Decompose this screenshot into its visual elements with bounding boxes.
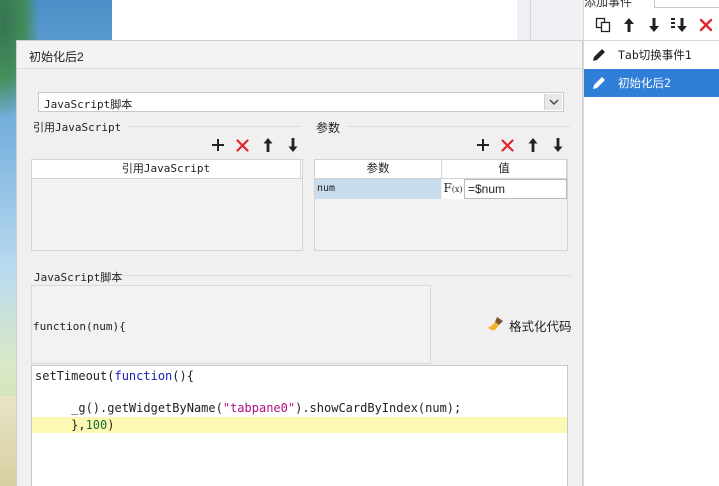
chevron-down-icon[interactable] <box>544 94 562 110</box>
referenced-js-column-header: 引用JavaScript <box>121 162 211 175</box>
script-type-select[interactable]: JavaScript脚本 <box>38 92 564 112</box>
code-token: function <box>114 369 173 383</box>
event-item-after-init[interactable]: 初始化后2 <box>584 69 719 97</box>
copy-icon[interactable] <box>590 12 616 38</box>
code-token: ) <box>107 418 115 432</box>
code-token: "tabpane0" <box>222 401 296 415</box>
arrow-down-icon[interactable] <box>280 134 305 156</box>
grid-header: 引用JavaScript <box>32 160 302 179</box>
edit-pencil-icon <box>590 46 608 64</box>
column-divider <box>566 160 567 178</box>
dialog-title: 初始化后2 <box>29 50 84 64</box>
referenced-js-label: 引用JavaScript <box>33 121 122 134</box>
brush-icon <box>487 316 505 335</box>
add-icon[interactable] <box>470 134 495 156</box>
event-toolbar <box>584 10 719 40</box>
event-panel: 添加事件 Tab切换事件1 初始化后2 <box>583 0 719 486</box>
code-token: 100 <box>85 418 108 432</box>
param-name-column-header: 参数 <box>366 163 390 175</box>
referenced-js-grid[interactable]: 引用JavaScript <box>31 159 303 251</box>
gutter-divider <box>530 0 531 40</box>
formula-symbol: F <box>443 181 452 195</box>
event-item-label: 初始化后2 <box>618 76 671 90</box>
code-line: _g().getWidgetByName("tabpane0").showCar… <box>32 400 567 416</box>
move-bottom-icon[interactable] <box>667 12 693 38</box>
event-editor-dialog: 初始化后2 JavaScript脚本 引用JavaScript 引用JavaSc… <box>16 40 583 486</box>
grid-header: 参数 值 <box>315 160 567 179</box>
format-code-button[interactable]: 格式化代码 <box>487 316 572 335</box>
code-token: ).showCardByIndex(num); <box>295 401 462 415</box>
params-grid[interactable]: 参数 值 num F(x) =$num <box>314 159 568 251</box>
event-panel-field[interactable] <box>654 0 719 8</box>
script-type-value: JavaScript脚本 <box>44 98 133 111</box>
arrow-down-icon[interactable] <box>642 12 668 38</box>
script-section-label: JavaScript脚本 <box>34 271 123 284</box>
code-token: }, <box>35 418 86 432</box>
delete-icon[interactable] <box>495 134 520 156</box>
param-name-cell[interactable]: num <box>315 179 441 199</box>
arrow-up-icon[interactable] <box>520 134 545 156</box>
code-line: },100) <box>32 417 567 433</box>
delete-icon[interactable] <box>693 12 719 38</box>
event-item-tab-switch[interactable]: Tab切换事件1 <box>584 41 719 69</box>
section-divider <box>129 126 301 127</box>
event-panel-title: 添加事件 <box>584 0 633 9</box>
format-code-label: 格式化代码 <box>509 320 572 334</box>
code-editor[interactable]: setTimeout(function(){ _g().getWidgetByN… <box>31 365 568 486</box>
arrow-up-icon[interactable] <box>616 12 642 38</box>
code-token: (){ <box>172 369 194 383</box>
add-icon[interactable] <box>205 134 230 156</box>
event-item-label: Tab切换事件1 <box>618 48 692 62</box>
edit-pencil-icon <box>590 74 608 92</box>
table-row[interactable]: num F(x) =$num <box>315 179 567 199</box>
canvas-area <box>112 0 517 40</box>
dialog-title-bar: 初始化后2 <box>17 41 582 69</box>
formula-sub: (x) <box>451 185 463 194</box>
referenced-js-toolbar <box>205 134 305 156</box>
params-toolbar <box>470 134 570 156</box>
arrow-down-icon[interactable] <box>545 134 570 156</box>
event-list: Tab切换事件1 初始化后2 <box>584 40 719 97</box>
formula-icon[interactable]: F(x) <box>442 179 464 199</box>
event-panel-header: 添加事件 <box>584 0 719 10</box>
function-signature-box: function(num){ <box>31 285 431 364</box>
function-signature: function(num){ <box>33 320 126 333</box>
param-value-column-header: 值 <box>498 163 510 175</box>
param-value-input[interactable]: =$num <box>464 179 567 199</box>
section-divider <box>347 126 570 127</box>
delete-icon[interactable] <box>230 134 255 156</box>
code-token: setTimeout( <box>35 369 115 383</box>
column-divider <box>300 160 301 178</box>
code-line: setTimeout(function(){ <box>32 368 567 384</box>
params-label: 参数 <box>316 121 341 135</box>
arrow-up-icon[interactable] <box>255 134 280 156</box>
section-divider <box>121 275 571 276</box>
code-token: _g().getWidgetByName( <box>35 401 223 415</box>
